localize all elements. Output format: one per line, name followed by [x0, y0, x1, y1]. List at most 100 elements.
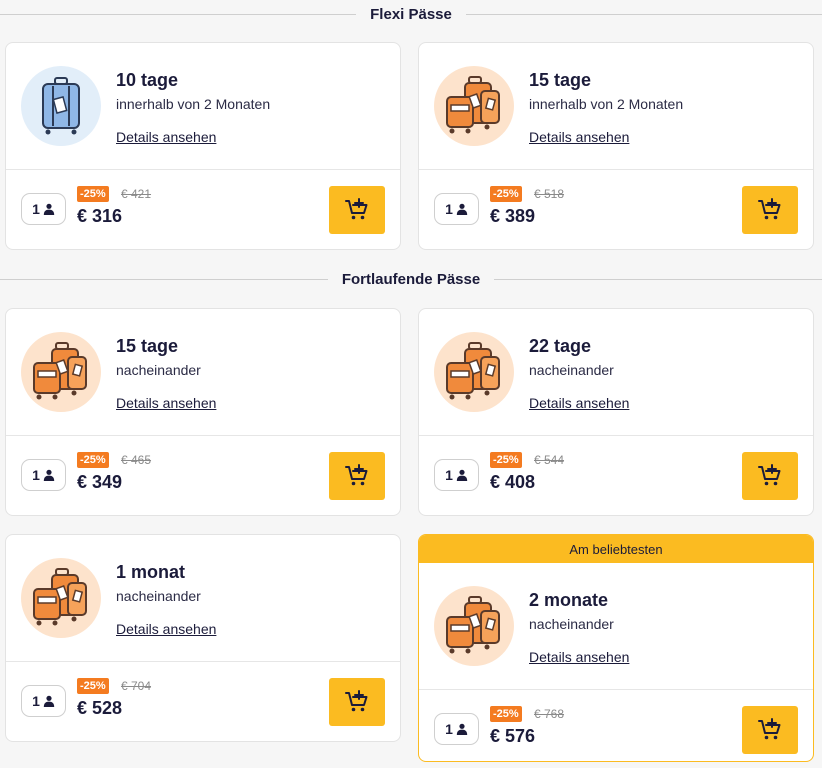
price: € 528: [77, 698, 123, 718]
luggage-stack-icon: [446, 76, 500, 134]
passenger-selector[interactable]: 1: [21, 193, 66, 225]
passenger-selector[interactable]: 1: [434, 459, 479, 491]
person-icon: [456, 469, 468, 481]
suitcase-icon: [42, 77, 80, 135]
pass-illustration: [434, 586, 514, 666]
pass-subtitle: nacheinander: [116, 588, 201, 604]
pass-card: 15 tage innerhalb von 2 Monaten Details …: [418, 42, 814, 250]
card-info: 15 tage nacheinander Details ansehen: [6, 309, 400, 436]
add-to-cart-button[interactable]: [329, 678, 385, 726]
discount-badge: -25%: [77, 186, 109, 202]
section-divider-continuous: Fortlaufende Pässe: [0, 265, 822, 293]
discount-badge: -25%: [490, 706, 522, 722]
details-link[interactable]: Details ansehen: [529, 649, 629, 665]
pass-subtitle: innerhalb von 2 Monaten: [529, 96, 684, 112]
card-pricing: 1 -25% € 544 € 408: [419, 436, 813, 516]
section-title-continuous: Fortlaufende Pässe: [341, 270, 481, 288]
pass-illustration: [21, 558, 101, 638]
cart-plus-icon: [345, 198, 368, 220]
old-price: € 518: [534, 187, 565, 201]
passenger-selector[interactable]: 1: [21, 459, 66, 491]
section-title-flexi: Flexi Pässe: [370, 5, 452, 23]
pass-title: 1 monat: [116, 562, 186, 582]
cart-plus-icon: [345, 690, 368, 712]
details-link[interactable]: Details ansehen: [116, 395, 216, 411]
pass-card: 22 tage nacheinander Details ansehen 1 -…: [418, 308, 814, 516]
popular-banner: Am beliebtesten: [419, 535, 813, 563]
person-icon: [456, 203, 468, 215]
pass-subtitle: nacheinander: [529, 616, 614, 632]
details-link[interactable]: Details ansehen: [529, 395, 629, 411]
pass-illustration: [21, 332, 101, 412]
pass-title: 10 tage: [116, 70, 179, 90]
passenger-count: 1: [445, 201, 453, 217]
passenger-selector[interactable]: 1: [434, 713, 479, 745]
person-icon: [43, 469, 55, 481]
add-to-cart-button[interactable]: [742, 706, 798, 754]
discount-badge: -25%: [77, 678, 109, 694]
add-to-cart-button[interactable]: [329, 452, 385, 500]
cart-plus-icon: [758, 198, 781, 220]
details-link[interactable]: Details ansehen: [116, 621, 216, 637]
pass-illustration: [21, 66, 101, 146]
price: € 408: [490, 472, 536, 492]
details-link[interactable]: Details ansehen: [116, 129, 216, 145]
cart-plus-icon: [345, 464, 368, 486]
passenger-count: 1: [445, 721, 453, 737]
luggage-stack-icon: [33, 342, 87, 400]
card-info: 1 monat nacheinander Details ansehen: [6, 535, 400, 662]
pass-subtitle: nacheinander: [529, 362, 614, 378]
old-price: € 421: [121, 187, 152, 201]
card-pricing: 1 -25% € 704 € 528: [6, 662, 400, 742]
passenger-count: 1: [32, 693, 40, 709]
card-pricing: 1 -25% € 421 € 316: [6, 170, 400, 250]
price: € 349: [77, 472, 123, 492]
card-pricing: 1 -25% € 768 € 576: [419, 690, 813, 768]
passenger-selector[interactable]: 1: [434, 193, 479, 225]
card-info: 2 monate nacheinander Details ansehen: [419, 563, 813, 690]
passenger-count: 1: [445, 467, 453, 483]
person-icon: [43, 203, 55, 215]
discount-badge: -25%: [77, 452, 109, 468]
passenger-count: 1: [32, 201, 40, 217]
cart-plus-icon: [758, 718, 781, 740]
pass-card: Am beliebtesten 2 monate nacheinander De…: [418, 534, 814, 762]
pass-illustration: [434, 332, 514, 412]
card-info: 10 tage innerhalb von 2 Monaten Details …: [6, 43, 400, 170]
pass-illustration: [434, 66, 514, 146]
passenger-selector[interactable]: 1: [21, 685, 66, 717]
passenger-count: 1: [32, 467, 40, 483]
pass-card: 10 tage innerhalb von 2 Monaten Details …: [5, 42, 401, 250]
pass-card: 1 monat nacheinander Details ansehen 1 -…: [5, 534, 401, 742]
pass-title: 15 tage: [116, 336, 179, 356]
card-info: 22 tage nacheinander Details ansehen: [419, 309, 813, 436]
pass-title: 15 tage: [529, 70, 592, 90]
price: € 389: [490, 206, 536, 226]
pass-subtitle: innerhalb von 2 Monaten: [116, 96, 271, 112]
pass-title: 2 monate: [529, 590, 609, 610]
discount-badge: -25%: [490, 452, 522, 468]
price: € 576: [490, 726, 536, 746]
details-link[interactable]: Details ansehen: [529, 129, 629, 145]
pass-title: 22 tage: [529, 336, 592, 356]
person-icon: [456, 723, 468, 735]
pass-subtitle: nacheinander: [116, 362, 201, 378]
discount-badge: -25%: [490, 186, 522, 202]
old-price: € 768: [534, 707, 565, 721]
old-price: € 465: [121, 453, 152, 467]
add-to-cart-button[interactable]: [742, 452, 798, 500]
cart-plus-icon: [758, 464, 781, 486]
price: € 316: [77, 206, 123, 226]
section-divider-flexi: Flexi Pässe: [0, 0, 822, 28]
old-price: € 544: [534, 453, 565, 467]
old-price: € 704: [121, 679, 152, 693]
pass-card: 15 tage nacheinander Details ansehen 1 -…: [5, 308, 401, 516]
card-pricing: 1 -25% € 465 € 349: [6, 436, 400, 516]
luggage-stack-icon: [33, 568, 87, 626]
person-icon: [43, 695, 55, 707]
add-to-cart-button[interactable]: [742, 186, 798, 234]
card-info: 15 tage innerhalb von 2 Monaten Details …: [419, 43, 813, 170]
luggage-stack-icon: [446, 596, 500, 654]
add-to-cart-button[interactable]: [329, 186, 385, 234]
luggage-stack-icon: [446, 342, 500, 400]
